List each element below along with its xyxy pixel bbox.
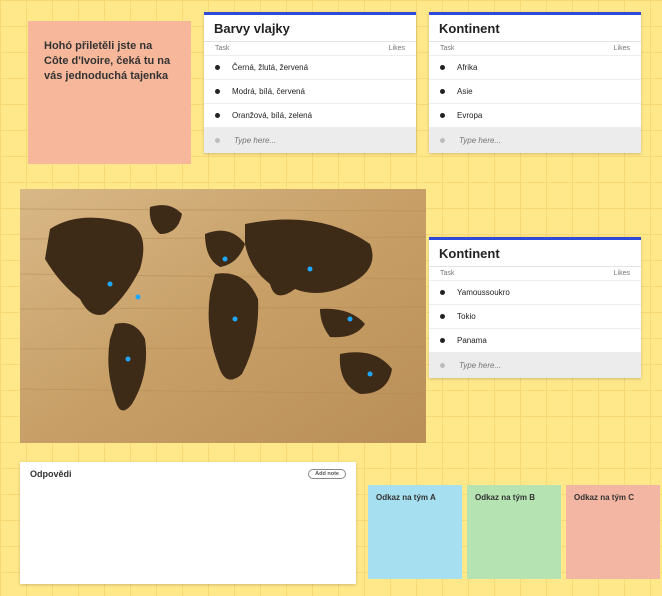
team-link-b[interactable]: Odkaz na tým B: [467, 485, 561, 579]
card-title: Kontinent: [429, 240, 641, 267]
col-task: Task: [215, 45, 229, 52]
list-item[interactable]: Oranžová, bílá, zelená: [204, 104, 416, 128]
card-columns-header: Task Likes: [429, 42, 641, 56]
bullet-icon: [440, 113, 445, 118]
bullet-icon: [440, 338, 445, 343]
list-item[interactable]: Asie: [429, 80, 641, 104]
bullet-icon: [215, 113, 220, 118]
item-label: Oranžová, bílá, zelená: [232, 111, 312, 120]
col-likes: Likes: [389, 45, 405, 52]
bullet-icon: [440, 314, 445, 319]
list-item[interactable]: Yamoussoukro: [429, 281, 641, 305]
bullet-icon: [215, 138, 220, 143]
col-likes: Likes: [614, 270, 630, 277]
item-label: Evropa: [457, 111, 482, 120]
intro-text: Hohó přiletěli jste na Côte d'Ivoire, če…: [44, 40, 170, 82]
bullet-icon: [440, 65, 445, 70]
tile-label: Odkaz na tým B: [475, 493, 535, 502]
bullet-icon: [215, 89, 220, 94]
list-item[interactable]: Evropa: [429, 104, 641, 128]
card-title: Barvy vlajky: [204, 15, 416, 42]
intro-card: Hohó přiletěli jste na Côte d'Ivoire, če…: [28, 21, 191, 164]
tile-label: Odkaz na tým A: [376, 493, 436, 502]
item-label: Yamoussoukro: [457, 288, 510, 297]
card-kontinent-2: Kontinent Task Likes Yamoussoukro Tokio …: [429, 237, 641, 378]
card-columns-header: Task Likes: [429, 267, 641, 281]
item-label: Černá, žlutá, žervená: [232, 63, 308, 72]
team-link-c[interactable]: Odkaz na tým C: [566, 485, 660, 579]
add-item-row[interactable]: [204, 128, 416, 153]
bullet-icon: [440, 290, 445, 295]
list-item[interactable]: Modrá, bílá, červená: [204, 80, 416, 104]
bullet-icon: [440, 89, 445, 94]
item-label: Modrá, bílá, červená: [232, 87, 305, 96]
add-item-input[interactable]: [457, 135, 630, 146]
col-task: Task: [440, 45, 454, 52]
add-item-row[interactable]: [429, 353, 641, 378]
col-likes: Likes: [614, 45, 630, 52]
add-item-input[interactable]: [457, 360, 630, 371]
item-label: Tokio: [457, 312, 476, 321]
add-item-input[interactable]: [232, 135, 405, 146]
list-item[interactable]: Tokio: [429, 305, 641, 329]
bullet-icon: [440, 363, 445, 368]
world-map-image: [20, 189, 426, 443]
list-item[interactable]: Afrika: [429, 56, 641, 80]
bullet-icon: [215, 65, 220, 70]
team-link-a[interactable]: Odkaz na tým A: [368, 485, 462, 579]
card-columns-header: Task Likes: [204, 42, 416, 56]
card-kontinent-1: Kontinent Task Likes Afrika Asie Evropa: [429, 12, 641, 153]
item-label: Asie: [457, 87, 473, 96]
tile-label: Odkaz na tým C: [574, 493, 634, 502]
answers-header: Odpovědi Add note: [30, 469, 346, 479]
add-note-button[interactable]: Add note: [308, 469, 346, 479]
item-label: Panama: [457, 336, 487, 345]
col-task: Task: [440, 270, 454, 277]
item-label: Afrika: [457, 63, 477, 72]
add-item-row[interactable]: [429, 128, 641, 153]
list-item[interactable]: Černá, žlutá, žervená: [204, 56, 416, 80]
card-barvy-vlajky: Barvy vlajky Task Likes Černá, žlutá, že…: [204, 12, 416, 153]
bullet-icon: [440, 138, 445, 143]
list-item[interactable]: Panama: [429, 329, 641, 353]
answers-note[interactable]: Odpovědi Add note: [20, 462, 356, 584]
answers-title: Odpovědi: [30, 469, 72, 479]
card-title: Kontinent: [429, 15, 641, 42]
